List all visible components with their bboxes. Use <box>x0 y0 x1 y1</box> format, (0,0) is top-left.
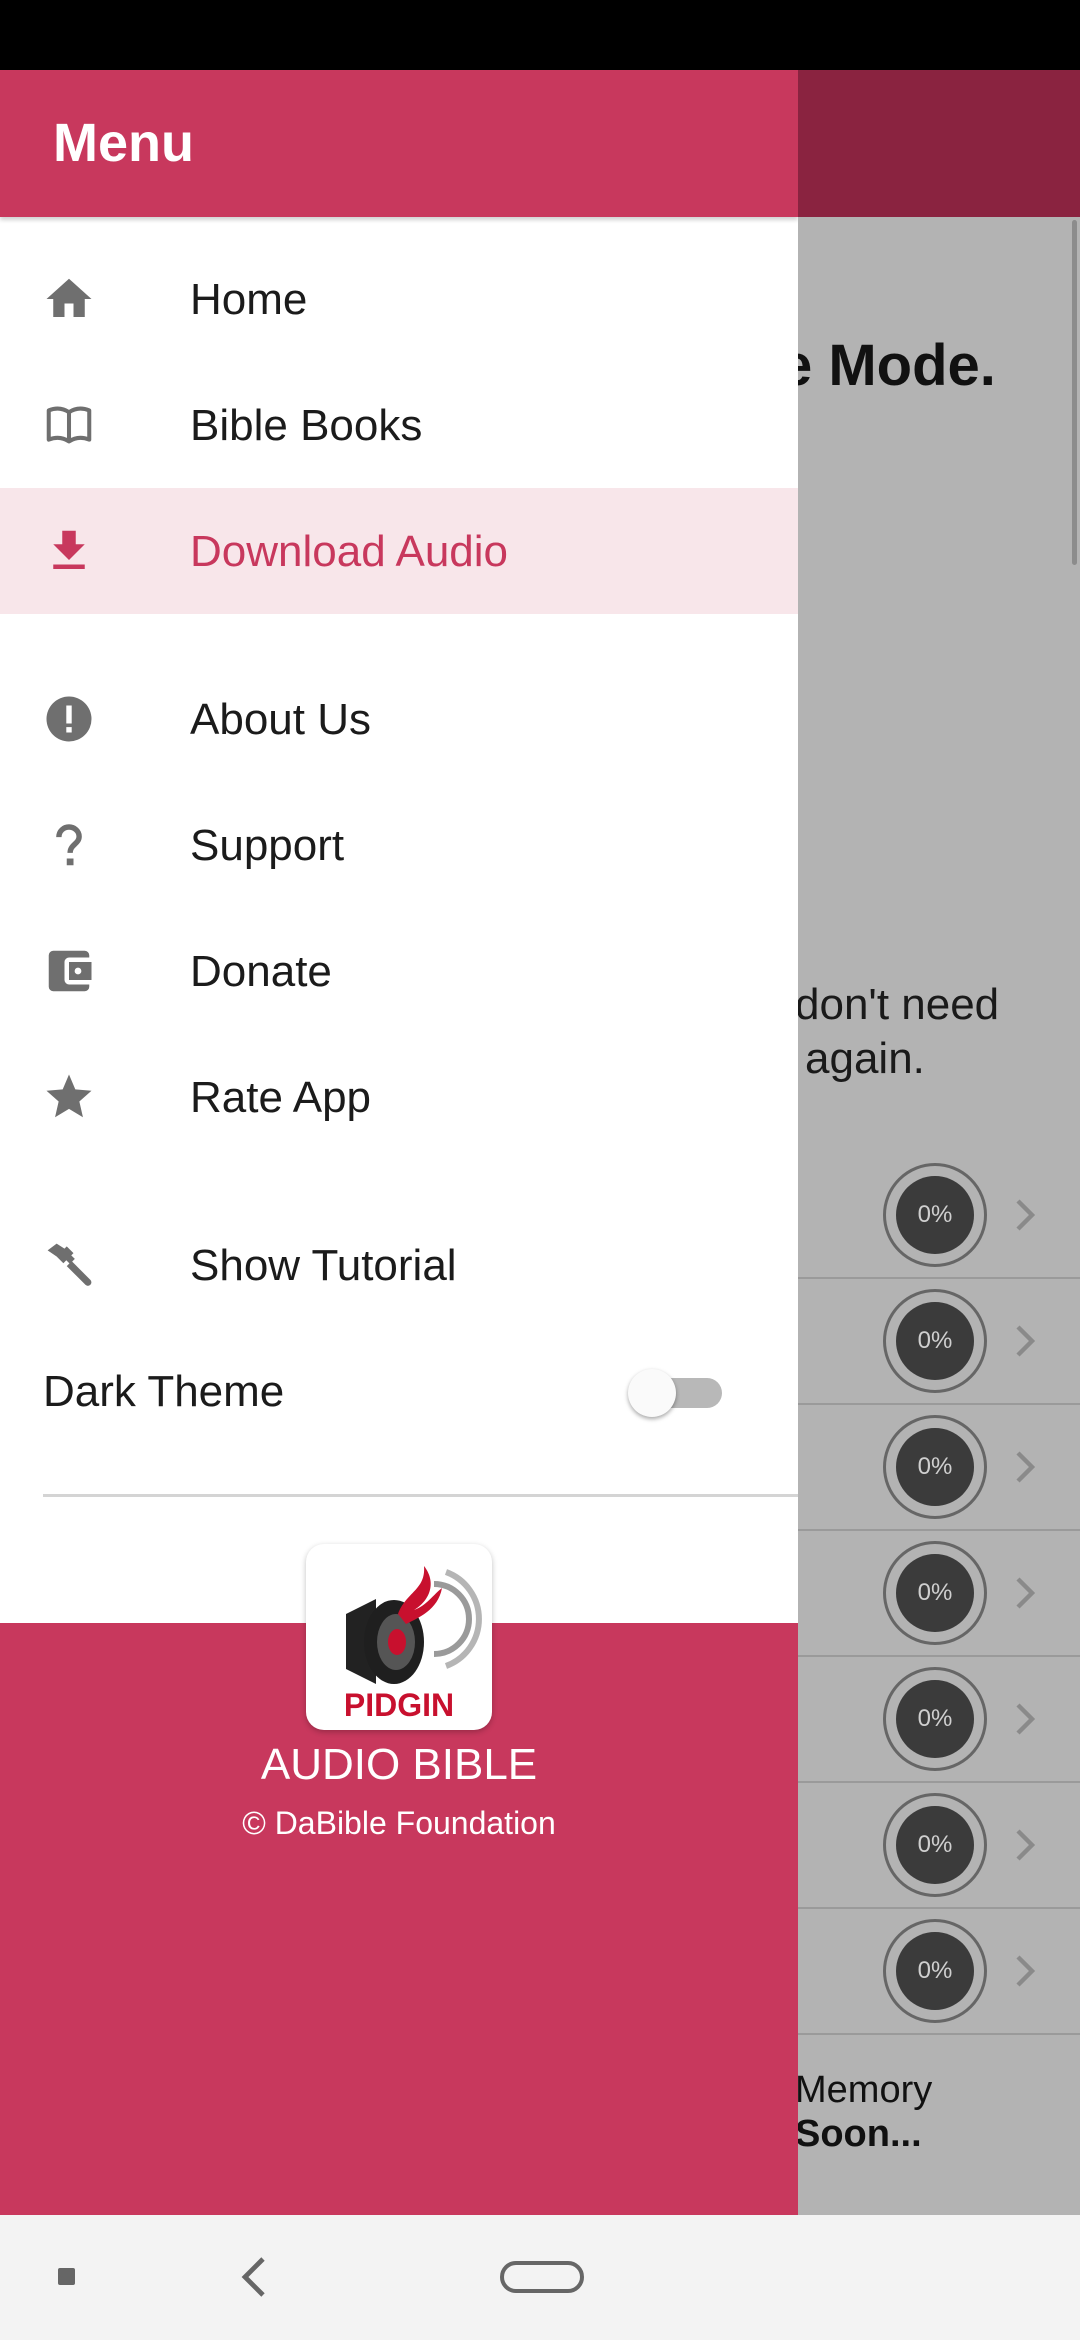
download-row[interactable]: 0% <box>798 1279 1080 1405</box>
download-row[interactable]: 0% <box>798 1657 1080 1783</box>
progress-badge: 0% <box>896 1932 974 2010</box>
progress-badge: 0% <box>896 1680 974 1758</box>
menu-item-home[interactable]: Home <box>0 236 798 362</box>
recents-button[interactable] <box>58 2268 75 2285</box>
menu-item-label: Support <box>190 821 345 870</box>
system-nav-bar <box>0 2215 1080 2340</box>
menu-item-label: Home <box>190 275 308 324</box>
memory-line2: Soon... <box>795 2113 922 2155</box>
wallet-icon <box>42 944 96 998</box>
footer-copyright: © DaBible Foundation <box>242 1805 556 1841</box>
menu-item-label: Rate App <box>190 1073 372 1122</box>
download-row[interactable]: 0% <box>798 1531 1080 1657</box>
app-paragraph: don't need again. <box>795 978 999 1086</box>
memory-note: Memory Soon... <box>795 2068 932 2156</box>
question-icon <box>42 818 96 872</box>
menu-item-donate[interactable]: Donate <box>0 908 798 1034</box>
chevron-right-icon <box>1016 1199 1036 1231</box>
navigation-drawer: Menu Home Bible Books Download Audio Abo… <box>0 70 798 2215</box>
download-row[interactable]: 0% <box>798 1405 1080 1531</box>
progress-badge: 0% <box>896 1554 974 1632</box>
progress-badge: 0% <box>896 1302 974 1380</box>
chevron-right-icon <box>1016 1577 1036 1609</box>
menu-item-label: Bible Books <box>190 401 423 450</box>
menu-item-bible-books[interactable]: Bible Books <box>0 362 798 488</box>
dark-theme-row: Dark Theme <box>0 1335 798 1445</box>
download-row[interactable]: 0% <box>798 1783 1080 1909</box>
chevron-right-icon <box>1016 1703 1036 1735</box>
footer-app-name: AUDIO BIBLE <box>260 1740 538 1789</box>
menu-item-rate-app[interactable]: Rate App <box>0 1034 798 1160</box>
drawer-header: Menu <box>0 70 798 217</box>
chevron-right-icon <box>1016 1829 1036 1861</box>
book-icon <box>42 398 96 452</box>
app-heading: e Mode. <box>780 333 996 398</box>
app-paragraph-line1: don't need <box>795 980 1000 1029</box>
app-logo: PIDGIN <box>306 1544 492 1730</box>
progress-badge: 0% <box>896 1428 974 1506</box>
drawer-title: Menu <box>53 113 194 173</box>
status-bar <box>0 0 1080 70</box>
menu-item-download-audio[interactable]: Download Audio <box>0 488 798 614</box>
chevron-right-icon <box>1016 1451 1036 1483</box>
memory-line1: Memory <box>795 2069 933 2111</box>
hammer-icon <box>42 1238 96 1292</box>
menu-item-show-tutorial[interactable]: Show Tutorial <box>0 1202 798 1328</box>
menu-item-label: About Us <box>190 695 371 744</box>
svg-text:PIDGIN: PIDGIN <box>344 1687 454 1723</box>
progress-badge: 0% <box>896 1806 974 1884</box>
progress-badge: 0% <box>896 1176 974 1254</box>
menu-item-label: Download Audio <box>190 527 509 576</box>
info-alert-icon <box>42 692 96 746</box>
menu-item-label: Show Tutorial <box>190 1241 457 1290</box>
download-row[interactable]: 0% <box>798 1153 1080 1279</box>
menu-item-support[interactable]: Support <box>0 782 798 908</box>
scrollbar[interactable] <box>1072 220 1077 565</box>
toggle-thumb <box>628 1369 676 1417</box>
home-icon <box>42 272 96 326</box>
star-icon <box>42 1070 96 1124</box>
app-paragraph-line2: again. <box>805 1034 925 1083</box>
divider <box>43 1494 798 1497</box>
back-button[interactable] <box>235 2255 275 2299</box>
download-row[interactable]: 0% <box>798 1909 1080 2035</box>
home-button[interactable] <box>500 2261 584 2293</box>
chevron-right-icon <box>1016 1325 1036 1357</box>
menu-item-label: Donate <box>190 947 332 996</box>
download-icon <box>42 524 96 578</box>
dark-theme-label: Dark Theme <box>43 1367 285 1416</box>
menu-item-about-us[interactable]: About Us <box>0 656 798 782</box>
dark-theme-toggle[interactable] <box>628 1365 728 1417</box>
chevron-right-icon <box>1016 1955 1036 1987</box>
